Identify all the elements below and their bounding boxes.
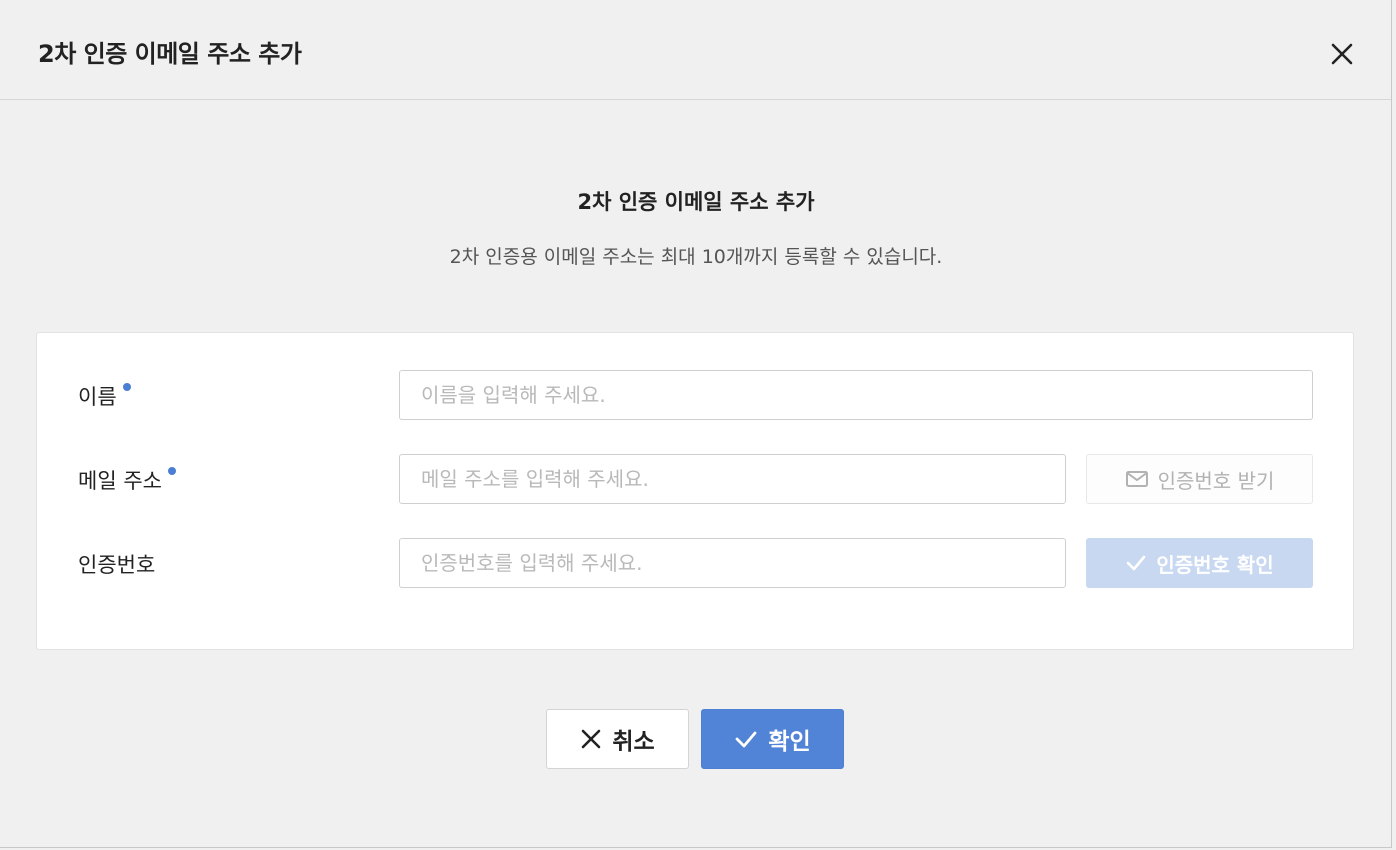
cancel-button[interactable]: 취소 — [546, 709, 689, 769]
code-input[interactable] — [399, 538, 1066, 588]
add-2fa-email-dialog: 2차 인증 이메일 주소 추가 2차 인증 이메일 주소 추가 2차 인증용 이… — [0, 0, 1392, 848]
envelope-icon — [1125, 469, 1149, 489]
dialog-title: 2차 인증 이메일 주소 추가 — [38, 40, 302, 68]
cancel-label: 취소 — [612, 729, 655, 755]
name-label: 이름 — [78, 381, 131, 411]
code-label-text: 인증번호 — [78, 553, 156, 577]
confirm-button[interactable]: 확인 — [701, 709, 844, 769]
verify-code-button[interactable]: 인증번호 확인 — [1086, 538, 1313, 588]
check-icon — [1125, 554, 1147, 572]
code-label: 인증번호 — [78, 549, 155, 579]
close-icon — [580, 728, 602, 750]
intro-description: 2차 인증용 이메일 주소는 최대 10개까지 등록할 수 있습니다. — [449, 246, 943, 268]
email-form: 이름 메일 주소 인증번호 받기 인증번호 — [36, 332, 1354, 650]
dialog-header: 2차 인증 이메일 주소 추가 — [0, 0, 1391, 100]
intro-heading: 2차 인증 이메일 주소 추가 — [577, 190, 815, 214]
check-icon — [734, 729, 758, 749]
email-input[interactable] — [399, 454, 1066, 504]
send-code-button[interactable]: 인증번호 받기 — [1086, 454, 1313, 504]
name-label-text: 이름 — [78, 385, 117, 409]
email-label: 메일 주소 — [78, 465, 176, 495]
confirm-label: 확인 — [768, 729, 811, 755]
name-input[interactable] — [399, 370, 1313, 420]
close-icon — [1331, 43, 1353, 65]
required-dot — [167, 467, 176, 475]
email-label-text: 메일 주소 — [78, 469, 162, 493]
close-button[interactable] — [1328, 40, 1356, 68]
send-code-label: 인증번호 받기 — [1157, 468, 1275, 493]
required-dot — [122, 383, 131, 391]
verify-code-label: 인증번호 확인 — [1156, 552, 1274, 577]
